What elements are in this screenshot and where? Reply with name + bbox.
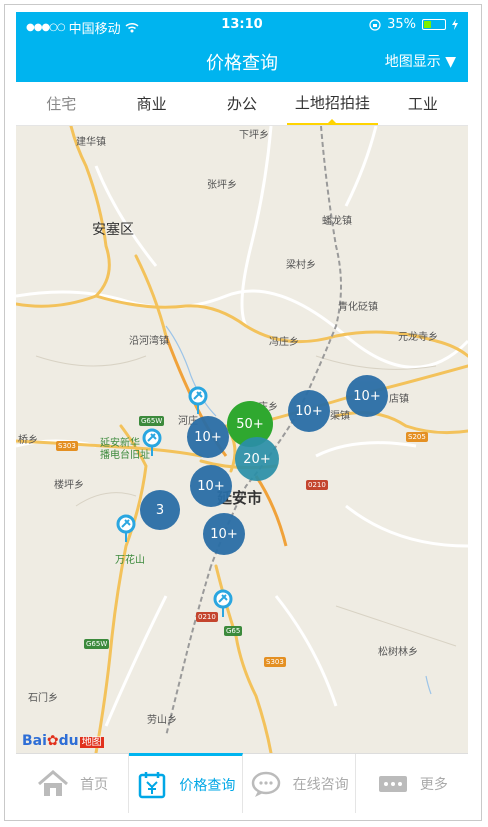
- place-wanhuashan: 万花山: [115, 555, 145, 566]
- map-display-dropdown[interactable]: 地图显示 ▼: [385, 51, 456, 71]
- cluster-marker[interactable]: 10+: [346, 375, 388, 417]
- road-shield: S205: [406, 432, 428, 442]
- charging-icon: [452, 19, 458, 30]
- place-zhangping: 张坪乡: [207, 180, 237, 191]
- price-calendar-icon: [139, 771, 166, 798]
- cluster-marker[interactable]: 10+: [187, 416, 229, 458]
- auction-pin[interactable]: [187, 386, 209, 416]
- place-xiaping: 下坪乡: [239, 130, 269, 141]
- place-yanhe: 沿河湾镇: [129, 336, 169, 347]
- tab-land-auction[interactable]: 土地招拍挂: [287, 82, 378, 125]
- place-panlong: 蟠龙镇: [322, 216, 352, 227]
- road-shield: G65W: [84, 639, 110, 649]
- tab-office[interactable]: 办公: [197, 82, 287, 125]
- cluster-marker[interactable]: 10+: [190, 465, 232, 507]
- cluster-marker[interactable]: 10+: [288, 390, 330, 432]
- status-right: 35%: [369, 17, 458, 32]
- bottom-tab-bar: 首页 价格查询 在线咨询 更多: [16, 753, 468, 813]
- home-icon: [38, 769, 69, 796]
- place-laoshan: 劳山乡: [147, 715, 177, 726]
- nav-bar: 价格查询 地图显示 ▼: [16, 40, 468, 82]
- cluster-marker[interactable]: 3: [140, 490, 180, 530]
- place-fengzhuang: 冯庄乡: [269, 337, 299, 348]
- bottom-tab-home[interactable]: 首页: [16, 754, 130, 813]
- tab-industrial[interactable]: 工业: [378, 82, 468, 125]
- road-shield: S303: [56, 441, 78, 451]
- battery-percent: 35%: [387, 17, 416, 32]
- tab-commercial[interactable]: 商业: [106, 82, 196, 125]
- cluster-marker[interactable]: 10+: [203, 513, 245, 555]
- bottom-tab-label: 在线咨询: [292, 776, 349, 793]
- status-bar: ●●●○○ 中国移动 13:10 35%: [16, 12, 468, 40]
- place-qu: 渠镇: [330, 411, 350, 422]
- road-shield: G65W: [139, 416, 165, 426]
- place-shimen: 石门乡: [28, 693, 58, 704]
- auction-pin[interactable]: [212, 589, 234, 619]
- more-icon: [378, 775, 407, 792]
- place-songshulin: 松树林乡: [378, 647, 418, 658]
- tab-residential[interactable]: 住宅: [16, 82, 106, 125]
- bottom-tab-label: 价格查询: [179, 777, 236, 794]
- map-view[interactable]: 建华镇 下坪乡 张坪乡 安塞区 蟠龙镇 梁村乡 青化砭镇 元龙寺乡 沿河湾镇 冯…: [16, 126, 468, 753]
- bottom-tab-price[interactable]: 价格查询: [129, 753, 243, 813]
- category-tabs: 住宅 商业 办公 土地招拍挂 工业: [16, 82, 468, 126]
- place-ansai: 安塞区: [92, 222, 134, 238]
- place-qinghua: 青化砭镇: [338, 302, 378, 313]
- battery-icon: [422, 19, 446, 30]
- place-louping: 楼坪乡: [54, 480, 84, 491]
- bottom-tab-more[interactable]: 更多: [356, 754, 468, 813]
- place-gaodian: 店镇: [389, 394, 409, 405]
- chat-icon: [251, 771, 280, 797]
- place-liangcun: 梁村乡: [286, 260, 316, 271]
- auction-pin[interactable]: [115, 514, 137, 544]
- place-qiaoxiang: 桥乡: [18, 435, 38, 446]
- baidu-map-logo: Bai✿du 地图: [22, 733, 104, 749]
- bottom-tab-consult[interactable]: 在线咨询: [243, 754, 356, 813]
- road-shield: 0210: [306, 480, 328, 490]
- cluster-marker[interactable]: 20+: [235, 437, 279, 481]
- place-yuanlongsi: 元龙寺乡: [398, 332, 438, 343]
- bottom-tab-label: 更多: [419, 776, 448, 793]
- road-shield: G65: [224, 626, 243, 636]
- auction-pin[interactable]: [141, 428, 163, 458]
- road-shield: S303: [264, 657, 286, 667]
- bottom-tab-label: 首页: [80, 776, 109, 793]
- place-jianhua: 建华镇: [76, 137, 106, 148]
- rotation-lock-icon: [369, 18, 381, 31]
